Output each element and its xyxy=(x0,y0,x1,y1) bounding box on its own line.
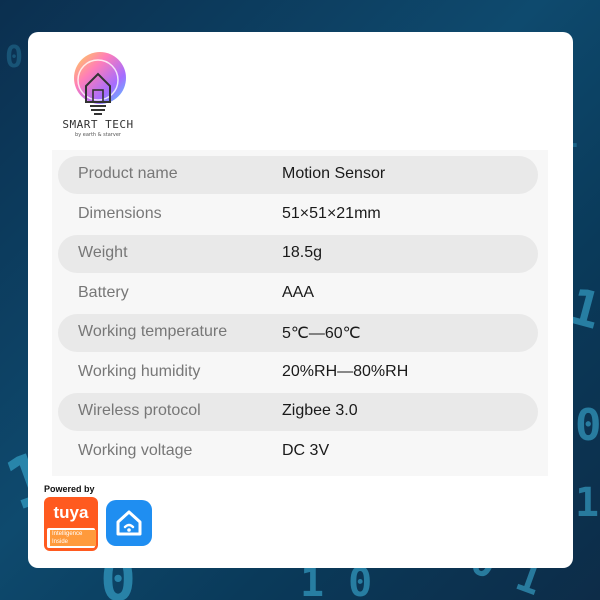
spec-label: Working temperature xyxy=(78,323,228,340)
spec-value: Zigbee 3.0 xyxy=(282,402,358,419)
brand-name: SMART TECH xyxy=(62,118,134,131)
spec-row-weight: Weight 18.5g xyxy=(58,235,538,273)
spec-row-battery: Battery AAA xyxy=(58,275,538,313)
spec-row-product-name: Product name Motion Sensor xyxy=(58,156,538,194)
spec-label: Working humidity xyxy=(78,363,201,380)
spec-label: Dimensions xyxy=(78,205,162,222)
brand-subtitle: by earth & starver xyxy=(75,132,121,138)
spec-label: Wireless protocol xyxy=(78,402,201,419)
spec-value: DC 3V xyxy=(282,442,330,459)
spec-label: Weight xyxy=(78,244,128,261)
tuya-logo: tuya Intelligence Inside xyxy=(44,497,98,551)
spec-label: Battery xyxy=(78,284,129,301)
spec-table: Product name Motion Sensor Dimensions 51… xyxy=(52,150,548,476)
smart-life-house-wifi-icon xyxy=(106,500,152,546)
spec-label: Product name xyxy=(78,165,178,182)
spec-label: Working voltage xyxy=(78,442,193,459)
powered-by-tuya-badge: Powered by tuya Intelligence Inside xyxy=(44,484,102,551)
spec-row-wireless-protocol: Wireless protocol Zigbee 3.0 xyxy=(58,393,538,431)
tuya-wordmark: tuya xyxy=(53,503,89,522)
spec-value: 18.5g xyxy=(282,244,323,261)
spec-row-working-temperature: Working temperature 5℃—60℃ xyxy=(58,314,538,352)
spec-value: 20%RH—80%RH xyxy=(282,363,409,380)
spec-value: 51×51×21mm xyxy=(282,205,381,222)
spec-value: 5℃—60℃ xyxy=(282,325,361,342)
spec-row-working-voltage: Working voltage DC 3V xyxy=(58,433,538,471)
spec-value: AAA xyxy=(282,284,315,301)
intelligence-inside-tag: Intelligence Inside xyxy=(50,530,96,546)
spec-row-dimensions: Dimensions 51×51×21mm xyxy=(58,196,538,234)
spec-row-working-humidity: Working humidity 20%RH—80%RH xyxy=(58,354,538,392)
spec-value: Motion Sensor xyxy=(282,165,386,182)
product-spec-card: SMART TECH by earth & starver Product na… xyxy=(28,32,573,568)
powered-by-label: Powered by xyxy=(44,484,95,494)
